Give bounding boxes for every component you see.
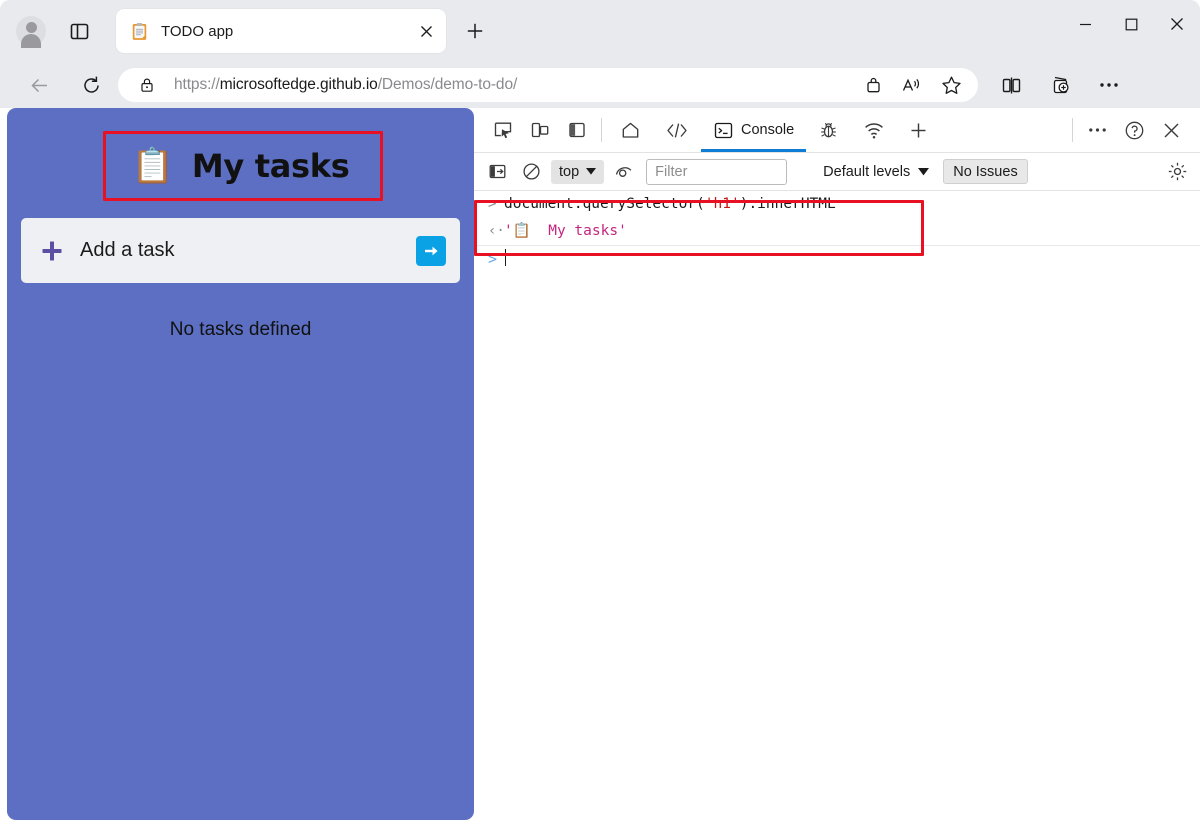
devtools-help-icon[interactable] [1116, 113, 1153, 147]
add-task-row[interactable] [21, 218, 460, 283]
console-result-value: '📋 My tasks' [504, 223, 627, 239]
url-text: https://microsoftedge.github.io/Demos/de… [174, 76, 518, 93]
collections-icon[interactable] [1044, 68, 1078, 102]
address-bar: https://microsoftedge.github.io/Demos/de… [0, 62, 1200, 108]
inspect-element-icon[interactable] [484, 113, 521, 147]
web-page-pane: 📋 My tasks No tasks defined [7, 108, 474, 820]
device-emulation-icon[interactable] [521, 113, 558, 147]
console-settings-gear-icon[interactable] [1160, 157, 1194, 187]
add-task-submit-button[interactable] [416, 235, 446, 266]
dock-side-icon[interactable] [558, 113, 595, 147]
devtools-more-tools-button[interactable] [897, 108, 940, 152]
tab-title: TODO app [161, 22, 234, 40]
issues-button[interactable]: No Issues [943, 159, 1028, 184]
console-input-line: > document.querySelector('h1').innerHTML [474, 191, 1200, 218]
console-prompt-arrow-icon: > [488, 196, 497, 212]
devtools-tab-welcome[interactable] [608, 108, 653, 152]
clipboard-favicon [132, 22, 147, 40]
devtools-pane: Console top Filter Default levels No Iss… [474, 108, 1200, 823]
console-icon [714, 122, 733, 138]
minimize-button[interactable] [1062, 0, 1108, 48]
tab-close-icon[interactable] [412, 17, 440, 45]
bug-icon [821, 122, 837, 137]
devtools-tab-elements[interactable] [653, 108, 701, 152]
console-prompt-input[interactable] [504, 249, 506, 270]
new-tab-button[interactable] [458, 14, 492, 48]
content-area: 📋 My tasks No tasks defined [0, 108, 1200, 825]
arrow-right-icon [425, 246, 438, 255]
browser-tab[interactable]: TODO app [116, 9, 446, 53]
browser-window: TODO app https://microsoftedge.github.io… [0, 0, 1200, 825]
toolbar-divider-right [1072, 118, 1073, 142]
page-title-text: My tasks [191, 146, 350, 185]
home-icon [622, 122, 639, 138]
network-wifi-icon [865, 122, 884, 138]
devtools-close-icon[interactable] [1153, 113, 1190, 147]
console-input-code: document.querySelector('h1').innerHTML [504, 196, 836, 212]
console-level-label: Default levels [823, 163, 911, 180]
console-prompt-line[interactable]: > [474, 246, 1200, 273]
toolbar-divider [601, 118, 602, 142]
chevron-down-icon [918, 167, 930, 175]
console-level-selector[interactable]: Default levels [823, 163, 930, 180]
devtools-tab-console[interactable]: Console [701, 108, 807, 152]
devtools-tab-network[interactable] [851, 108, 897, 152]
split-screen-icon[interactable] [994, 68, 1028, 102]
devtools-tab-console-label: Console [741, 122, 795, 138]
console-filter-bar: top Default levels [474, 153, 1200, 191]
console-result-line: ‹· '📋 My tasks' [474, 218, 1200, 245]
browser-settings-icon[interactable] [1092, 68, 1126, 102]
devtools-more-options-icon[interactable] [1079, 113, 1116, 147]
close-button[interactable] [1154, 0, 1200, 48]
console-context-selector[interactable]: top [551, 159, 605, 184]
console-return-arrow-icon: ‹· [488, 223, 505, 239]
tab-strip: TODO app [0, 0, 1200, 62]
live-expression-eye-icon[interactable] [607, 157, 641, 187]
window-controls [1062, 0, 1200, 62]
url-bar[interactable]: https://microsoftedge.github.io/Demos/de… [118, 68, 978, 102]
devtools-tab-sources[interactable] [806, 108, 851, 152]
profile-avatar[interactable] [16, 16, 46, 48]
plus-icon [42, 241, 62, 260]
console-context-label: top [559, 163, 580, 180]
refresh-button[interactable] [74, 68, 108, 102]
back-button[interactable] [22, 68, 56, 102]
add-task-input[interactable] [80, 239, 416, 262]
console-filter-input[interactable] [646, 158, 788, 185]
lock-icon [132, 70, 162, 100]
console-sidebar-icon[interactable] [480, 157, 514, 187]
elements-code-icon [667, 122, 687, 138]
clear-console-icon[interactable] [514, 157, 548, 187]
page-title: 📋 My tasks [101, 131, 380, 200]
tab-actions-icon[interactable] [62, 14, 96, 48]
maximize-button[interactable] [1108, 0, 1154, 48]
read-aloud-icon[interactable] [896, 70, 926, 100]
star-icon[interactable] [936, 70, 966, 100]
text-caret [505, 249, 506, 266]
chevron-down-icon [586, 168, 597, 175]
shopping-bag-icon[interactable] [858, 70, 888, 100]
clipboard-emoji-icon: 📋 [131, 146, 174, 185]
console-output[interactable]: > document.querySelector('h1').innerHTML… [474, 191, 1200, 823]
console-prompt-arrow-icon: > [488, 250, 498, 268]
plus-icon [911, 123, 926, 137]
issues-label: No Issues [953, 163, 1018, 180]
empty-state-message: No tasks defined [169, 319, 312, 340]
devtools-tab-bar: Console [474, 108, 1200, 153]
